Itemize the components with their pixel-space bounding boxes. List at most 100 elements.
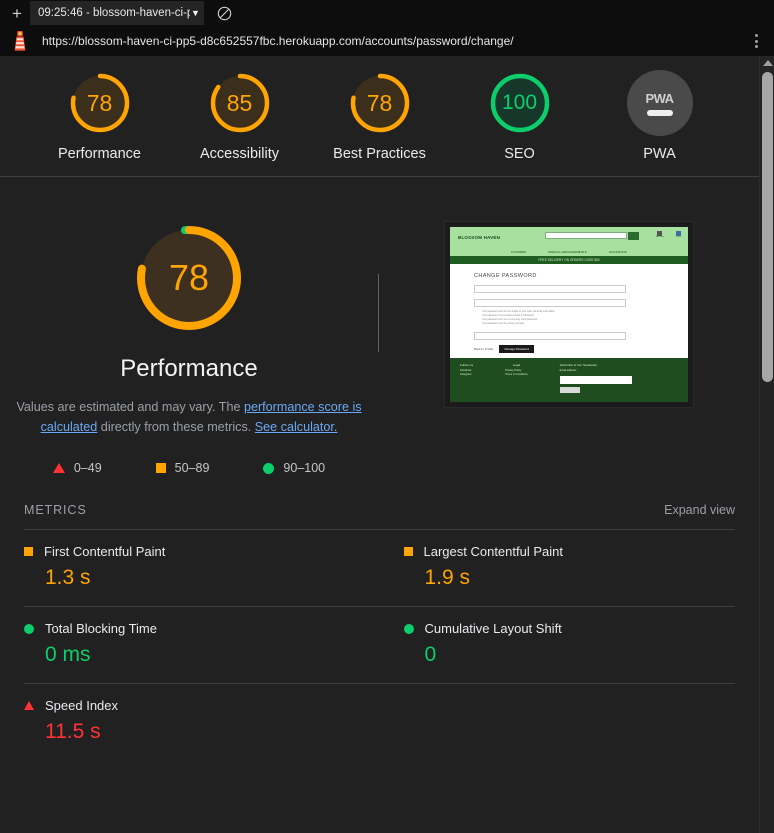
thumb-footer-line-0b: Instagram — [460, 373, 472, 376]
metrics-grid: First Contentful Paint 1.3 s Largest Con… — [0, 529, 759, 760]
legend-pass-range: 90–100 — [283, 461, 326, 475]
metric-speed-index[interactable]: Speed Index 11.5 s — [24, 683, 380, 760]
thumb-search-button — [628, 232, 639, 240]
page-screenshot-thumbnail[interactable]: BLOSSOM HAVEN Account Cart FLOWERS SPECI… — [444, 221, 694, 408]
metric-value: 1.3 s — [45, 566, 91, 589]
lighthouse-report: 78 Performance 85 Accessibility 78 Best … — [0, 56, 759, 833]
pwa-badge-text: PWA — [645, 90, 674, 106]
browser-tab[interactable]: 09:25:46 - blossom-haven-ci-p ▼ — [30, 1, 204, 25]
metric-first-contentful-paint[interactable]: First Contentful Paint 1.3 s — [24, 529, 380, 606]
triangle-icon — [52, 463, 65, 473]
browser-tabstrip: + 09:25:46 - blossom-haven-ci-p ▼ — [0, 0, 774, 26]
thumb-nav-item-0: FLOWERS — [511, 250, 527, 254]
circle-icon — [263, 462, 275, 474]
gauge-ring-seo: 100 — [487, 70, 553, 136]
metric-cumulative-layout-shift[interactable]: Cumulative Layout Shift 0 — [379, 606, 735, 683]
thumb-page-heading: CHANGE PASSWORD — [474, 273, 537, 279]
metric-value: 0 ms — [45, 643, 91, 666]
legend-average: 50–89 — [155, 461, 210, 475]
thumb-footer-col-1: Legal Privacy Policy Terms & Conditions — [505, 363, 528, 402]
vertical-scrollbar[interactable] — [759, 56, 774, 833]
gauge-best-practices[interactable]: 78 Best Practices — [325, 70, 435, 164]
screenshot-panel: BLOSSOM HAVEN Account Cart FLOWERS SPECI… — [379, 219, 759, 475]
thumb-site-logo: BLOSSOM HAVEN — [458, 235, 501, 240]
thumb-account-icon: Account — [656, 231, 664, 240]
metric-value: 0 — [424, 643, 437, 666]
thumb-password-field-2 — [474, 299, 626, 307]
square-icon — [155, 463, 166, 473]
thumb-site-header: BLOSSOM HAVEN Account Cart — [450, 227, 688, 248]
thumb-nav-item-1: SPECIAL ARRANGEMENTS — [548, 250, 587, 254]
gauge-score-performance: 78 — [86, 89, 113, 116]
pwa-dash-icon — [646, 109, 673, 116]
thumb-site-footer: Follow Us Facebook Instagram Legal Priva… — [450, 358, 688, 402]
thumb-page-body: CHANGE PASSWORD Your password can't be t… — [450, 264, 688, 358]
square-icon — [403, 547, 413, 556]
category-description: Values are estimated and may vary. The p… — [12, 397, 367, 437]
thumb-promo-banner: FREE DELIVERY ON ORDERS OVER $50 — [450, 256, 688, 264]
thumb-password-field-1 — [474, 285, 626, 293]
gauge-label-pwa: PWA — [643, 146, 676, 162]
thumb-footer-head-0: Follow Us — [460, 363, 474, 367]
metric-label: Largest Contentful Paint — [423, 544, 563, 559]
gauge-performance[interactable]: 78 Performance — [45, 70, 155, 164]
metric-placeholder — [379, 683, 735, 760]
expand-view-button[interactable]: Expand view — [664, 503, 735, 517]
new-tab-button[interactable]: + — [4, 2, 30, 24]
gauge-score-best-practices: 78 — [366, 89, 393, 116]
gauge-label-seo: SEO — [504, 146, 535, 162]
thumb-footer-line-1b: Terms & Conditions — [505, 373, 528, 376]
metric-total-blocking-time[interactable]: Total Blocking Time 0 ms — [24, 606, 380, 683]
gauge-ring-best-practices: 78 — [347, 70, 413, 136]
thumb-subscribe-button — [559, 387, 580, 393]
lighthouse-icon — [10, 30, 30, 52]
tab-title: 09:25:46 - blossom-haven-ci-p — [38, 7, 190, 19]
gauge-accessibility[interactable]: 85 Accessibility — [185, 70, 295, 164]
triangle-icon — [24, 701, 34, 710]
thumb-footer-head-2: Subscribe to Our Newsletter — [559, 363, 598, 367]
chevron-down-icon[interactable]: ▼ — [191, 8, 200, 18]
gauge-score-seo: 100 — [501, 91, 538, 114]
see-calculator-link[interactable]: See calculator. — [255, 420, 338, 434]
metric-label: First Contentful Paint — [44, 544, 166, 559]
gauge-seo[interactable]: 100 SEO — [465, 70, 575, 164]
metrics-title: METRICS — [24, 503, 87, 517]
square-icon — [24, 547, 33, 556]
gauge-label-accessibility: Accessibility — [200, 146, 279, 162]
gauge-label-performance: Performance — [57, 146, 141, 162]
legend-fail: 0–49 — [52, 461, 102, 475]
report-wrapper: 78 Performance 85 Accessibility 78 Best … — [0, 56, 774, 833]
new-tab-label: + — [12, 3, 22, 23]
thumb-password-field-3 — [474, 332, 626, 340]
legend-fail-range: 0–49 — [73, 461, 102, 475]
thumb-help-list: Your password can't be too similar to yo… — [474, 310, 688, 326]
thumb-help-item-3: Your password can't be entirely numeric. — [482, 322, 525, 325]
scroll-up-arrow-icon[interactable] — [760, 56, 774, 70]
gauge-score-accessibility: 85 — [226, 89, 253, 116]
circle-icon — [403, 623, 414, 634]
kebab-menu-icon[interactable] — [746, 30, 766, 52]
thumb-cart-icon: Cart — [675, 231, 682, 240]
category-gauge: 78 — [130, 219, 248, 337]
thumb-site-nav: FLOWERS SPECIAL ARRANGEMENTS OCCASIONS — [450, 248, 688, 256]
thumb-footer-col-0: Follow Us Facebook Instagram — [460, 363, 473, 402]
category-title: Performance — [120, 355, 258, 382]
gauge-pwa[interactable]: PWA PWA — [605, 70, 715, 164]
desc-text-1: Values are estimated and may vary. The — [16, 400, 244, 414]
legend-average-range: 50–89 — [174, 461, 210, 475]
metric-label: Cumulative Layout Shift — [424, 621, 562, 636]
scrollbar-thumb[interactable] — [762, 72, 773, 382]
metric-value: 11.5 s — [45, 720, 101, 743]
category-summary: 78 Performance Values are estimated and … — [0, 219, 378, 475]
url-text[interactable]: https://blossom-haven-ci-pp5-d8c652557fb… — [42, 34, 746, 48]
gauge-ring-pwa: PWA — [626, 70, 693, 136]
thumb-search-input — [545, 232, 627, 239]
thumb-footer-head-1: Legal — [512, 363, 521, 367]
metric-largest-contentful-paint[interactable]: Largest Contentful Paint 1.9 s — [379, 529, 735, 606]
gauge-ring-accessibility: 85 — [207, 70, 273, 136]
thumb-footer-line-2a: Email address: — [559, 369, 577, 372]
score-gauges: 78 Performance 85 Accessibility 78 Best … — [0, 56, 759, 170]
no-entry-icon[interactable] — [216, 4, 234, 22]
desc-text-2: directly from these metrics. — [97, 420, 255, 434]
gauge-label-best-practices: Best Practices — [333, 146, 426, 162]
